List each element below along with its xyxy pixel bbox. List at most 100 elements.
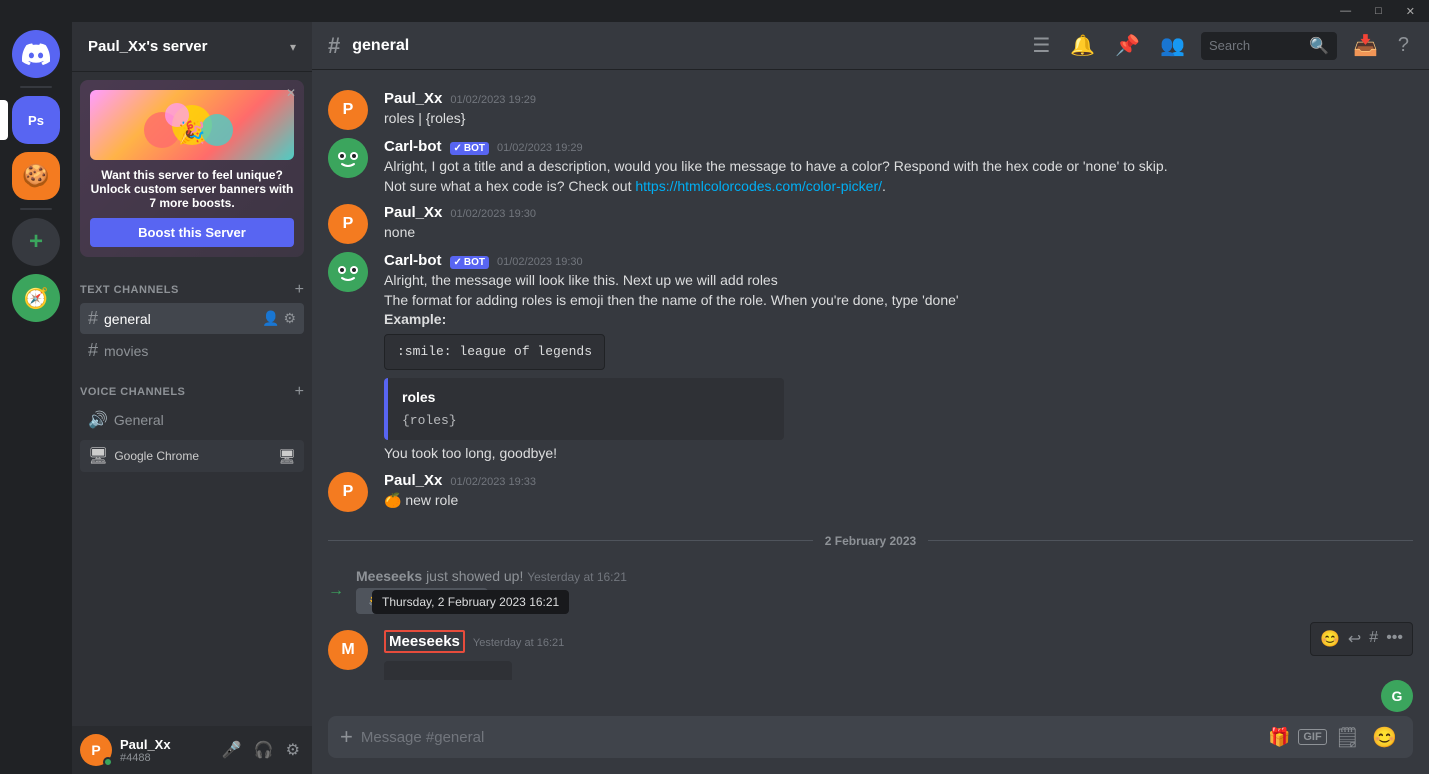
- message-text-5: 🍊 new role: [384, 491, 1413, 511]
- maximize-btn[interactable]: □: [1369, 3, 1388, 19]
- settings-icon[interactable]: ⚙: [283, 310, 296, 327]
- user-status-indicator: [103, 757, 113, 767]
- header-hash-icon: #: [328, 33, 340, 59]
- author-paulxx-1[interactable]: Paul_Xx: [384, 90, 442, 107]
- add-text-channel-btn[interactable]: +: [295, 281, 304, 299]
- input-actions: 🎁 GIF 🗒 😊: [1264, 721, 1401, 754]
- message-header-3: Paul_Xx 01/02/2023 19:30: [384, 204, 1413, 221]
- user-initials: P: [91, 742, 100, 758]
- server-chevron-icon: ▾: [290, 40, 296, 54]
- channel-general[interactable]: # general 👤 ⚙: [80, 303, 304, 334]
- chat-input-area: + 🎁 GIF 🗒 😊: [312, 716, 1429, 774]
- threads-btn[interactable]: ☰: [1028, 29, 1054, 62]
- join-arrow-icon: →: [328, 582, 344, 600]
- server-icon-paulxx[interactable]: Ps: [12, 96, 60, 144]
- avatar-paulxx-1: P: [328, 90, 368, 130]
- message-group-3: P Paul_Xx 01/02/2023 19:30 none: [312, 200, 1429, 248]
- minimize-btn[interactable]: —: [1334, 3, 1357, 19]
- boost-card: ✕ 🎉 Want this server to feel unique? Unl…: [80, 80, 304, 257]
- boost-server-btn[interactable]: Boost this Server: [90, 218, 294, 247]
- thread-btn[interactable]: #: [1366, 626, 1381, 652]
- message-content-3: Paul_Xx 01/02/2023 19:30 none: [384, 204, 1413, 244]
- search-icon: 🔍: [1309, 36, 1329, 56]
- message-header-2: Carl-bot ✓ BOT 01/02/2023 19:29: [384, 138, 1413, 155]
- message-text-1: roles | {roles}: [384, 109, 1413, 129]
- channel-sidebar: Paul_Xx's server ▾ ✕ 🎉 Want this server …: [72, 22, 312, 774]
- search-placeholder: Search: [1209, 38, 1303, 53]
- message-group-4: Carl-bot ✓ BOT 01/02/2023 19:30 Alright,…: [312, 248, 1429, 467]
- message-text-4: Alright, the message will look like this…: [384, 271, 1413, 463]
- message-input[interactable]: [361, 718, 1256, 757]
- add-server-btn[interactable]: +: [12, 218, 60, 266]
- hash-icon-movies: #: [88, 340, 98, 361]
- embed-desc: {roles}: [402, 412, 770, 430]
- close-btn[interactable]: ✕: [1400, 3, 1421, 20]
- server-sidebar: Ps 🍪 + 🧭: [0, 22, 72, 774]
- wave-btn[interactable]: 👋 Wave to say hi!: [356, 588, 488, 614]
- message-header-1: Paul_Xx 01/02/2023 19:29: [384, 90, 1413, 107]
- help-btn[interactable]: ?: [1394, 30, 1413, 61]
- app: Ps 🍪 + 🧭 Paul_Xx's server ▾ ✕: [0, 22, 1429, 774]
- message-header-4: Carl-bot ✓ BOT 01/02/2023 19:30: [384, 252, 1413, 269]
- screen-share-box[interactable]: 🖥 Google Chrome 🖥: [80, 440, 304, 472]
- meeseeks-author[interactable]: Meeseeks: [384, 630, 465, 653]
- channel-movies[interactable]: # movies: [80, 335, 304, 366]
- boost-image: 🎉: [90, 90, 294, 160]
- author-carlbot-2[interactable]: Carl-bot: [384, 252, 442, 269]
- notifications-btn[interactable]: 🔔: [1066, 29, 1099, 62]
- add-voice-channel-btn[interactable]: +: [295, 383, 304, 401]
- more-btn[interactable]: •••: [1383, 626, 1406, 652]
- message-time-2: 01/02/2023 19:29: [497, 142, 583, 154]
- sticker-btn[interactable]: 🗒: [1331, 721, 1364, 754]
- invite-icon[interactable]: 👤: [262, 310, 279, 327]
- channel-name-movies: movies: [104, 343, 148, 359]
- mute-btn[interactable]: 🎤: [218, 736, 246, 764]
- gif-btn[interactable]: GIF: [1298, 729, 1326, 745]
- text-channels-label[interactable]: Text Channels: [80, 284, 179, 296]
- emoji-btn[interactable]: 😊: [1368, 721, 1401, 754]
- pin-btn[interactable]: 📌: [1111, 29, 1144, 62]
- system-message-meeseeks: → Meeseeks just showed up! Yesterday at …: [312, 564, 1429, 618]
- author-carlbot-1[interactable]: Carl-bot: [384, 138, 442, 155]
- server-divider: [20, 86, 52, 88]
- author-paulxx-3[interactable]: Paul_Xx: [384, 472, 442, 489]
- reply-btn[interactable]: ↩: [1345, 626, 1364, 652]
- react-btn[interactable]: 😊: [1317, 626, 1343, 652]
- system-message-text: Meeseeks just showed up! Yesterday at 16…: [356, 568, 627, 614]
- message-time-3: 01/02/2023 19:30: [450, 208, 536, 220]
- message-content-2: Carl-bot ✓ BOT 01/02/2023 19:29 Alright,…: [384, 138, 1413, 196]
- deafen-btn[interactable]: 🎧: [250, 736, 278, 764]
- voice-general[interactable]: 🔊 General: [80, 405, 304, 435]
- avatar-paulxx-3: P: [328, 472, 368, 512]
- members-btn[interactable]: 👥: [1156, 29, 1189, 62]
- avatar-paulxx-2: P: [328, 204, 368, 244]
- message-content-1: Paul_Xx 01/02/2023 19:29 roles | {roles}: [384, 90, 1413, 130]
- chat-input-box: + 🎁 GIF 🗒 😊: [328, 716, 1413, 758]
- compass-icon: 🧭: [24, 286, 49, 311]
- voice-channels-label[interactable]: Voice Channels: [80, 386, 185, 398]
- main-chat-area: # general ☰ 🔔 📌 👥 Search 🔍 📥 ? P Paul_Xx: [312, 22, 1429, 774]
- meeseeks-name-system: Meeseeks: [356, 568, 422, 584]
- inbox-btn[interactable]: 📥: [1349, 29, 1382, 62]
- message-time-4: 01/02/2023 19:30: [497, 256, 583, 268]
- gift-btn[interactable]: 🎁: [1264, 723, 1294, 752]
- settings-btn[interactable]: ⚙: [282, 736, 304, 764]
- search-box[interactable]: Search 🔍: [1201, 32, 1337, 60]
- message-group-5: P Paul_Xx 01/02/2023 19:33 🍊 new role: [312, 468, 1429, 516]
- online-avatar-area: G: [312, 680, 1429, 716]
- date-divider: 2 February 2023: [328, 532, 1413, 548]
- discord-home-icon[interactable]: [12, 30, 60, 78]
- add-attachment-btn[interactable]: +: [340, 716, 353, 758]
- color-picker-link[interactable]: https://htmlcolorcodes.com/color-picker/: [635, 178, 882, 194]
- author-paulxx-2[interactable]: Paul_Xx: [384, 204, 442, 221]
- server-name-bar[interactable]: Paul_Xx's server ▾: [72, 22, 312, 72]
- username: Paul_Xx: [120, 737, 210, 752]
- message-header-meeseeks: Meeseeks Yesterday at 16:21: [384, 630, 1413, 653]
- server-icon-bear[interactable]: 🍪: [12, 152, 60, 200]
- message-group-1: P Paul_Xx 01/02/2023 19:29 roles | {role…: [312, 86, 1429, 134]
- explore-servers-btn[interactable]: 🧭: [12, 274, 60, 322]
- user-bar: P Paul_Xx #4488 🎤 🎧 ⚙: [72, 726, 312, 774]
- boost-close-btn[interactable]: ✕: [286, 86, 296, 100]
- channel-action-icons: 👤 ⚙: [262, 310, 296, 327]
- join-text: just showed up!: [426, 568, 527, 584]
